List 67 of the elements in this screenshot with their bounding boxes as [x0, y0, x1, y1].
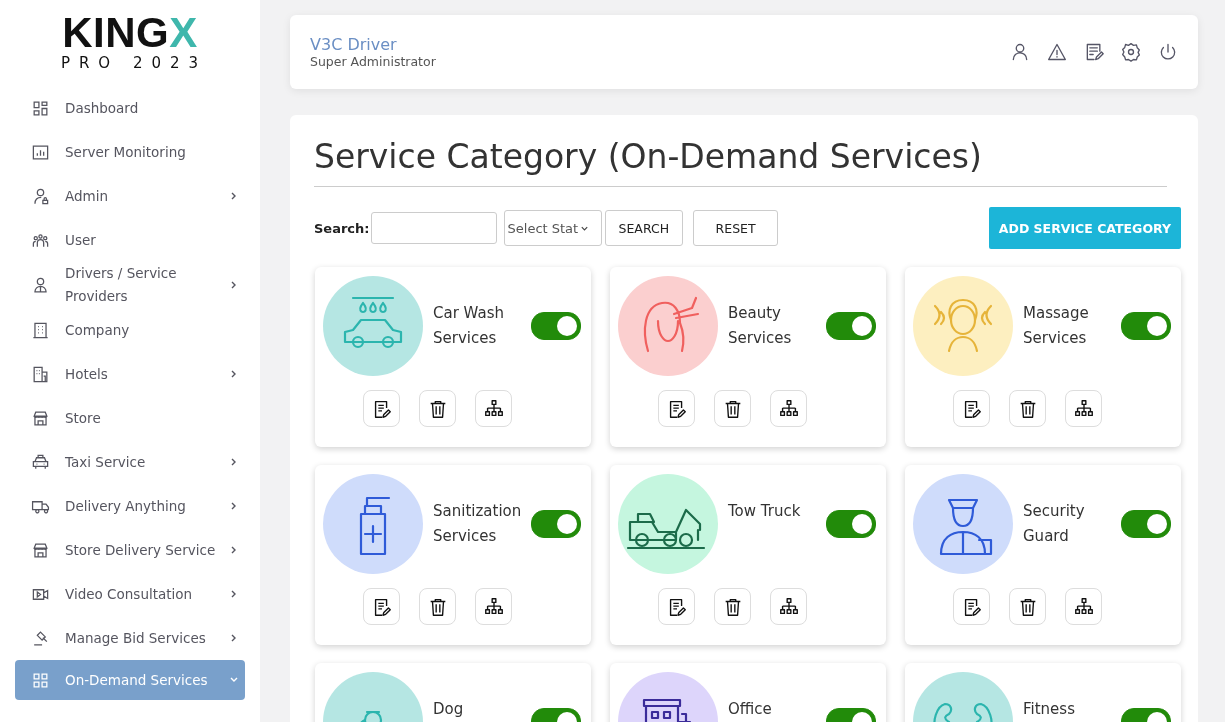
hierarchy-button[interactable] [770, 588, 807, 625]
status-toggle[interactable] [1121, 510, 1171, 538]
delete-button[interactable] [1009, 588, 1046, 625]
sidebar-item[interactable]: Store Delivery Service [15, 528, 245, 572]
service-name: Security Guard [1023, 501, 1086, 547]
menu-item-icon [31, 452, 50, 472]
user-name: V3C Driver [310, 35, 398, 54]
edit-button[interactable] [953, 390, 990, 427]
logo-subtitle: PRO 2023 [59, 54, 208, 72]
status-toggle[interactable] [1121, 312, 1171, 340]
status-toggle[interactable] [826, 510, 876, 538]
hierarchy-button[interactable] [1065, 588, 1102, 625]
service-name: Fitness [1023, 699, 1076, 720]
user-role: Super Administrator [310, 54, 436, 69]
sidebar-item[interactable]: Hotels [15, 352, 245, 396]
sidebar-item[interactable]: Drivers / Service Providers [15, 262, 245, 308]
delete-button[interactable] [714, 390, 751, 427]
profile-icon[interactable] [1010, 42, 1030, 62]
edit-button[interactable] [658, 588, 695, 625]
edit-button[interactable] [363, 588, 400, 625]
delete-button[interactable] [714, 588, 751, 625]
menu-item-icon [31, 628, 50, 648]
status-select[interactable]: Select Stat [503, 210, 602, 246]
warning-icon[interactable] [1047, 42, 1067, 62]
hierarchy-button[interactable] [1065, 390, 1102, 427]
status-toggle[interactable] [531, 312, 581, 340]
sidebar-item[interactable]: Server Monitoring [15, 130, 245, 174]
power-icon[interactable] [1158, 42, 1178, 62]
sidebar-item[interactable]: User [15, 218, 245, 262]
sidebar-item[interactable]: Store [15, 396, 245, 440]
service-name: Office [728, 699, 773, 720]
page-title: Service Category (On-Demand Services) [314, 137, 1167, 187]
service-name: Massage Services [1023, 303, 1090, 349]
logo-wordmark: KINGX [62, 14, 198, 52]
service-name: Sanitization Services [433, 501, 523, 547]
menu-item-icon [31, 275, 50, 295]
edit-note-icon[interactable] [1084, 42, 1104, 62]
hierarchy-button[interactable] [770, 390, 807, 427]
sidebar-item[interactable]: Manage Bid Services [15, 616, 245, 660]
service-name: Dog [433, 699, 465, 720]
delete-button[interactable] [419, 588, 456, 625]
edit-button[interactable] [363, 390, 400, 427]
menu-item-icon [31, 186, 50, 206]
search-field[interactable] [370, 212, 497, 244]
edit-button[interactable] [953, 588, 990, 625]
menu-item-icon [31, 364, 50, 384]
service-name: Beauty Services [728, 303, 793, 349]
search-button[interactable]: SEARCH [604, 210, 684, 246]
settings-icon[interactable] [1121, 42, 1141, 62]
hierarchy-button[interactable] [475, 588, 512, 625]
sidebar-item[interactable]: Dashboard [15, 86, 245, 130]
hierarchy-button[interactable] [475, 390, 512, 427]
status-toggle[interactable] [531, 510, 581, 538]
edit-button[interactable] [658, 390, 695, 427]
sidebar-item[interactable]: Delivery Anything [15, 484, 245, 528]
reset-button[interactable]: RESET [693, 210, 779, 246]
delete-button[interactable] [1009, 390, 1046, 427]
sidebar-item[interactable]: Admin [15, 174, 245, 218]
search-label: Search: [314, 220, 370, 236]
sidebar-item[interactable]: Company [15, 308, 245, 352]
menu-item-icon [31, 320, 50, 340]
status-toggle[interactable] [826, 312, 876, 340]
delete-button[interactable] [419, 390, 456, 427]
service-name: Tow Truck [728, 501, 802, 522]
sidebar-item[interactable]: Taxi Service [15, 440, 245, 484]
sidebar-item[interactable]: Video Consultation [15, 572, 245, 616]
service-name: Car Wash Services [433, 303, 505, 349]
